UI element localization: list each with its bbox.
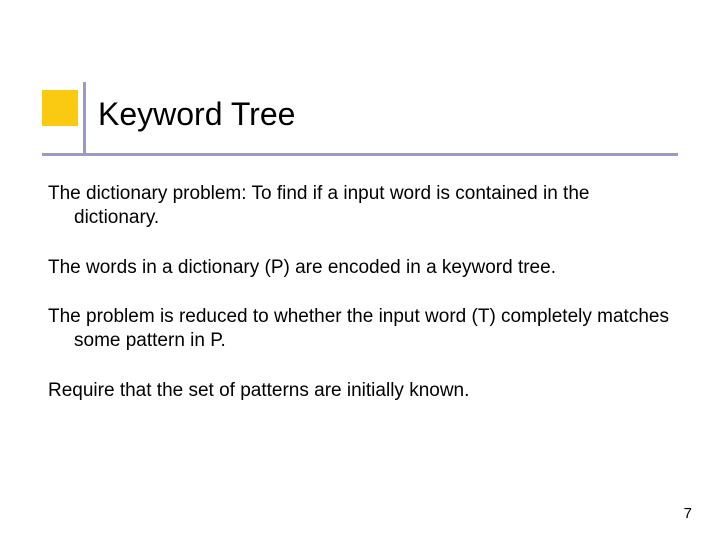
slide-body: The dictionary problem: To find if a inp…: [48, 182, 672, 429]
body-paragraph: The problem is reduced to whether the in…: [48, 305, 672, 353]
paragraph-text: The dictionary problem: To find if a inp…: [48, 182, 672, 230]
slide-title: Keyword Tree: [98, 96, 295, 133]
body-paragraph: The dictionary problem: To find if a inp…: [48, 182, 672, 230]
paragraph-text: The problem is reduced to whether the in…: [48, 305, 672, 353]
page-number: 7: [684, 505, 692, 522]
paragraph-text: The words in a dictionary (P) are encode…: [48, 256, 672, 280]
paragraph-text: Require that the set of patterns are ini…: [48, 379, 672, 403]
title-divider-horizontal: [42, 153, 678, 156]
slide: Keyword Tree The dictionary problem: To …: [0, 0, 720, 540]
title-accent-square: [42, 90, 78, 126]
body-paragraph: Require that the set of patterns are ini…: [48, 379, 672, 403]
title-divider-vertical: [83, 82, 86, 156]
body-paragraph: The words in a dictionary (P) are encode…: [48, 256, 672, 280]
